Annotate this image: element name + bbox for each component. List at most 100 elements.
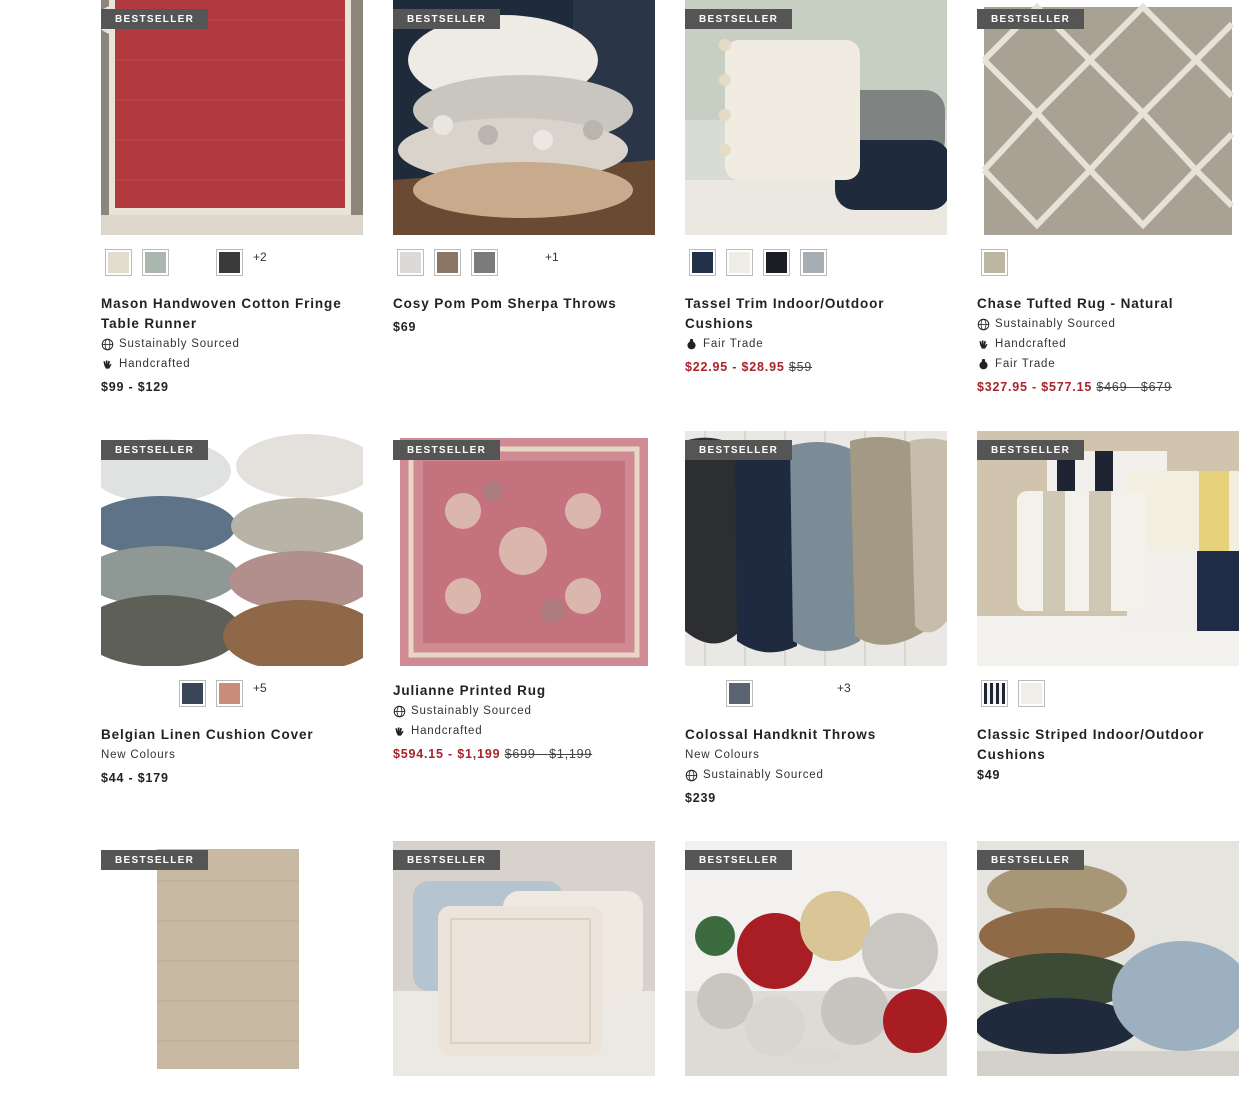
tag-label: New Colours xyxy=(101,749,176,761)
color-swatches: +1 xyxy=(393,235,655,289)
hand-icon xyxy=(979,339,988,349)
fair-trade-icon xyxy=(979,358,988,369)
fair-trade-icon xyxy=(687,338,696,349)
bestseller-badge: BESTSELLER xyxy=(685,9,793,29)
tag-label: Fair Trade xyxy=(703,338,764,350)
product-name[interactable]: Tassel Trim Indoor/Outdoor Cushions xyxy=(685,294,947,334)
tag-label: Handcrafted xyxy=(119,358,191,370)
more-colors-count[interactable]: +5 xyxy=(253,681,267,695)
swatch-mocha[interactable] xyxy=(434,248,461,276)
tag-label: Handcrafted xyxy=(411,725,483,737)
swatch-charcoal[interactable] xyxy=(216,248,243,276)
bestseller-badge: BESTSELLER xyxy=(977,9,1085,29)
swatch-grey[interactable] xyxy=(471,248,498,276)
product-card[interactable]: BESTSELLER Tassel Trim Indoor/Outdoor Cu… xyxy=(685,0,947,397)
product-price: $69 xyxy=(393,320,417,334)
product-image[interactable]: BESTSELLER xyxy=(393,841,655,1076)
bestseller-badge: BESTSELLER xyxy=(101,850,209,870)
product-image[interactable]: BESTSELLER xyxy=(101,0,363,235)
product-name[interactable]: Julianne Printed Rug xyxy=(393,681,655,701)
swatch-slate[interactable] xyxy=(726,679,753,707)
bestseller-badge: BESTSELLER xyxy=(685,440,793,460)
product-card[interactable]: BESTSELLER xyxy=(393,841,655,1076)
globe-icon xyxy=(977,318,990,330)
tag-new-colours: New Colours xyxy=(101,745,363,765)
tag-handcrafted: Handcrafted xyxy=(101,354,363,374)
swatch-natural[interactable] xyxy=(981,248,1008,276)
sale-price: $327.95 - $577.15 xyxy=(977,380,1093,394)
swatch-natural[interactable] xyxy=(105,248,132,276)
tag-label: Sustainably Sourced xyxy=(995,318,1116,330)
tag-handcrafted: Handcrafted xyxy=(393,721,655,741)
product-image[interactable]: BESTSELLER xyxy=(977,431,1239,666)
more-colors-count[interactable]: +3 xyxy=(837,681,851,695)
product-card[interactable]: BESTSELLER xyxy=(101,841,363,1076)
product-card[interactable]: BESTSELLER xyxy=(685,841,947,1076)
bestseller-badge: BESTSELLER xyxy=(685,850,793,870)
product-card[interactable]: BESTSELLER Julianne Printed Rug Sustaina… xyxy=(393,431,655,808)
tag-fair-trade: Fair Trade xyxy=(977,354,1239,374)
sale-price: $594.15 - $1,199 xyxy=(393,747,501,761)
product-card[interactable]: BESTSELLER Classic Striped Indoor/Outdoo… xyxy=(977,431,1239,808)
swatch-terracotta[interactable] xyxy=(216,679,243,707)
product-name[interactable]: Mason Handwoven Cotton Fringe Table Runn… xyxy=(101,294,363,334)
color-swatches xyxy=(977,235,1239,289)
tag-new-colours: New Colours xyxy=(685,745,947,765)
product-name[interactable]: Cosy Pom Pom Sherpa Throws xyxy=(393,294,655,314)
product-image[interactable]: BESTSELLER xyxy=(685,0,947,235)
sale-price: $22.95 - $28.95 xyxy=(685,360,785,374)
tag-sustainably-sourced: Sustainably Sourced xyxy=(685,765,947,785)
more-colors-count[interactable]: +1 xyxy=(545,250,559,264)
original-price: $699 - $1,199 xyxy=(504,747,593,761)
product-name[interactable]: Belgian Linen Cushion Cover xyxy=(101,725,363,745)
product-card[interactable]: BESTSELLER xyxy=(977,841,1239,1076)
swatch-navy[interactable] xyxy=(689,248,716,276)
more-colors-count[interactable]: +2 xyxy=(253,250,267,264)
product-image[interactable]: BESTSELLER xyxy=(101,431,363,666)
product-name[interactable]: Chase Tufted Rug - Natural xyxy=(977,294,1239,314)
product-card[interactable]: BESTSELLER +2 Mason Handwoven Cotton Fri… xyxy=(101,0,363,397)
swatch-sage[interactable] xyxy=(142,248,169,276)
product-price: $22.95 - $28.95 $59 xyxy=(685,357,947,377)
tag-label: Sustainably Sourced xyxy=(411,705,532,717)
color-swatches: +2 xyxy=(101,235,363,289)
product-row-3: BESTSELLER BESTSELLER BESTSELLER BESTSEL… xyxy=(101,841,1240,1076)
product-image[interactable]: BESTSELLER xyxy=(977,0,1239,235)
product-name[interactable]: Classic Striped Indoor/Outdoor Cushions xyxy=(977,725,1239,765)
product-row-1: BESTSELLER +2 Mason Handwoven Cotton Fri… xyxy=(101,0,1240,397)
swatch-indigo[interactable] xyxy=(179,679,206,707)
bestseller-badge: BESTSELLER xyxy=(101,9,209,29)
product-image[interactable]: BESTSELLER xyxy=(685,431,947,666)
product-image[interactable]: BESTSELLER xyxy=(393,0,655,235)
product-card[interactable]: BESTSELLER +1 Cosy Pom Pom Sherpa Throws… xyxy=(393,0,655,397)
bestseller-badge: BESTSELLER xyxy=(393,850,501,870)
product-image[interactable]: BESTSELLER xyxy=(685,841,947,1076)
swatch-navy-stripe[interactable] xyxy=(981,679,1008,707)
product-row-2: BESTSELLER +5 Belgian Linen Cushion Cove… xyxy=(101,431,1240,808)
product-image[interactable]: BESTSELLER xyxy=(393,431,655,666)
tag-label: Fair Trade xyxy=(995,358,1056,370)
product-card[interactable]: BESTSELLER Chase Tufted Rug - Natural Su… xyxy=(977,0,1239,397)
product-image[interactable]: BESTSELLER xyxy=(101,841,363,1076)
product-card[interactable]: BESTSELLER +3 Colossal Handknit Throws N… xyxy=(685,431,947,808)
swatch-ivory[interactable] xyxy=(1018,679,1045,707)
bestseller-badge: BESTSELLER xyxy=(393,440,501,460)
globe-icon xyxy=(685,769,698,781)
swatch-ivory[interactable] xyxy=(397,248,424,276)
swatch-black[interactable] xyxy=(763,248,790,276)
hand-icon xyxy=(103,359,112,369)
color-swatches xyxy=(977,666,1239,720)
product-price: $239 xyxy=(685,791,717,805)
tag-sustainably-sourced: Sustainably Sourced xyxy=(101,334,363,354)
product-name[interactable]: Colossal Handknit Throws xyxy=(685,725,947,745)
bestseller-badge: BESTSELLER xyxy=(393,9,501,29)
swatch-ivory[interactable] xyxy=(726,248,753,276)
tag-label: Sustainably Sourced xyxy=(119,338,240,350)
product-card[interactable]: BESTSELLER +5 Belgian Linen Cushion Cove… xyxy=(101,431,363,808)
tag-fair-trade: Fair Trade xyxy=(685,334,947,354)
product-price: $594.15 - $1,199 $699 - $1,199 xyxy=(393,744,655,764)
tag-label: Handcrafted xyxy=(995,338,1067,350)
product-image[interactable]: BESTSELLER xyxy=(977,841,1239,1076)
swatch-grey[interactable] xyxy=(800,248,827,276)
bestseller-badge: BESTSELLER xyxy=(101,440,209,460)
